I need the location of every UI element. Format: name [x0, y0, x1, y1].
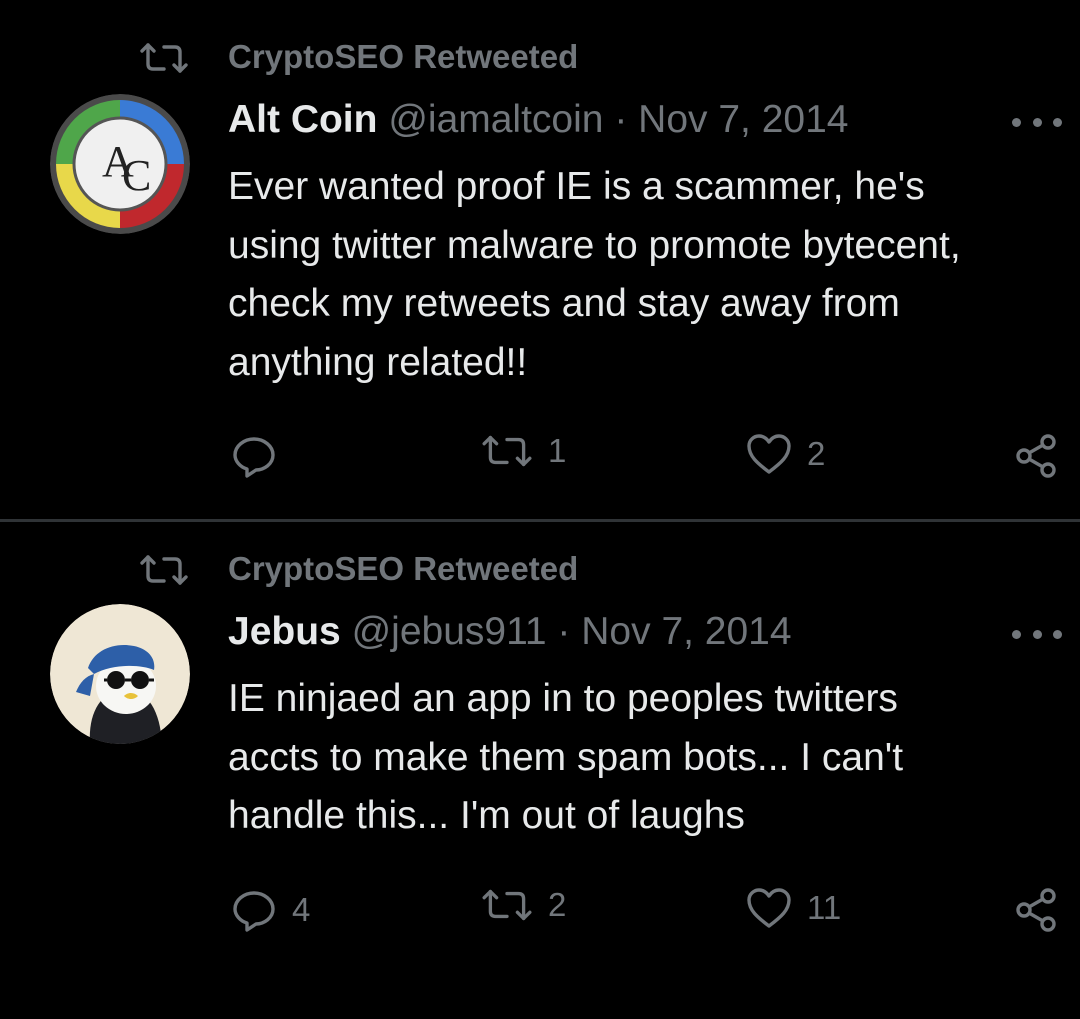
- tweet-2[interactable]: CryptoSEO Retweeted Jebus @jebus911 · No…: [0, 522, 1080, 1019]
- share-button[interactable]: [1012, 432, 1060, 480]
- retweet-count: 2: [548, 886, 567, 923]
- tweet-header: Alt Coin @iamaltcoin · Nov 7, 2014: [228, 98, 848, 142]
- like-button[interactable]: 2: [745, 432, 825, 476]
- retweet-count: 1: [548, 432, 567, 469]
- tweet-actions: 4 2 11: [0, 886, 1080, 934]
- tweet-1[interactable]: CryptoSEO Retweeted A C Alt Coin @iamalt…: [0, 0, 1080, 520]
- retweet-icon: [482, 435, 532, 467]
- retweet-button[interactable]: 2: [480, 886, 566, 924]
- display-name[interactable]: Jebus: [228, 610, 341, 653]
- more-icon[interactable]: [1012, 112, 1062, 132]
- svg-text:C: C: [122, 151, 151, 200]
- tweet-text: IE ninjaed an app in to peoples twitters…: [228, 677, 904, 837]
- avatar[interactable]: A C: [50, 94, 190, 234]
- user-handle[interactable]: @iamaltcoin: [388, 98, 603, 141]
- tweet-actions: 1 2: [0, 432, 1080, 480]
- like-icon: [747, 434, 791, 474]
- reply-button[interactable]: 4: [230, 886, 310, 934]
- tweet-text: Ever wanted proof IE is a scammer, he's …: [228, 165, 961, 384]
- retweet-indicator-icon: [138, 550, 190, 590]
- separator: ·: [557, 610, 571, 653]
- reply-count: 4: [292, 891, 311, 928]
- user-handle[interactable]: @jebus911: [352, 610, 547, 653]
- retweeted-by-label: CryptoSEO Retweeted: [228, 38, 579, 75]
- retweet-icon: [482, 889, 532, 921]
- share-icon: [1016, 888, 1056, 932]
- separator: ·: [614, 98, 628, 141]
- reply-button[interactable]: [230, 432, 292, 480]
- retweeted-by-label: CryptoSEO Retweeted: [228, 550, 579, 587]
- like-count: 11: [807, 889, 842, 926]
- tweet-date[interactable]: Nov 7, 2014: [638, 98, 848, 141]
- reply-icon: [233, 437, 275, 478]
- more-icon[interactable]: [1012, 624, 1062, 644]
- tweet-header: Jebus @jebus911 · Nov 7, 2014: [228, 610, 792, 654]
- retweet-button[interactable]: 1: [480, 432, 566, 470]
- share-icon: [1016, 434, 1056, 478]
- share-button[interactable]: [1012, 886, 1060, 934]
- like-icon: [747, 888, 791, 928]
- display-name[interactable]: Alt Coin: [228, 98, 377, 141]
- like-count: 2: [807, 435, 826, 472]
- retweet-indicator-icon: [138, 38, 190, 78]
- tweet-date[interactable]: Nov 7, 2014: [581, 610, 791, 653]
- like-button[interactable]: 11: [745, 886, 841, 930]
- avatar[interactable]: [50, 604, 190, 744]
- reply-icon: [233, 891, 275, 932]
